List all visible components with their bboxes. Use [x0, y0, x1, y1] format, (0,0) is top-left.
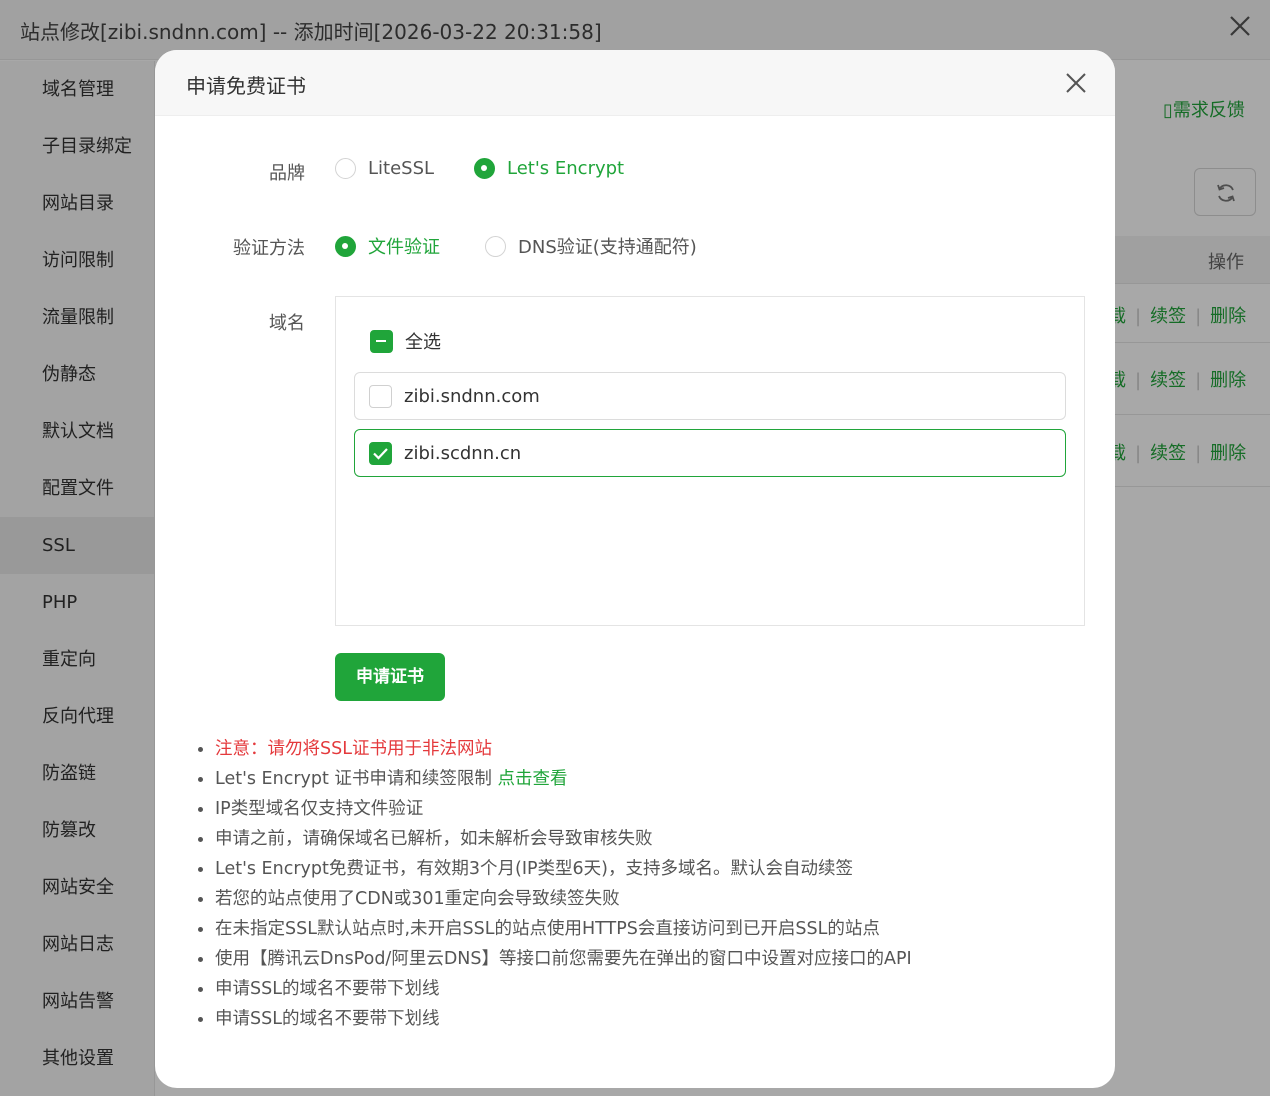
note-item: Let's Encrypt免费证书，有效期3个月(IP类型6天)，支持多域名。默…: [198, 854, 1095, 884]
ssl-apply-modal: 申请免费证书 品牌 LiteSSL Let's Encrypt 验证方法 文件验…: [155, 50, 1115, 1088]
note-item: 在未指定SSL默认站点时,未开启SSL的站点使用HTTPS会直接访问到已开启SS…: [198, 914, 1095, 944]
radio-file-verify[interactable]: 文件验证: [335, 233, 440, 259]
modal-close-icon[interactable]: [1063, 70, 1089, 96]
domain-name: zibi.sndnn.com: [404, 385, 540, 407]
checkbox-partial-icon: [370, 329, 393, 353]
checkbox-checked-icon: [369, 441, 392, 465]
checkbox-icon: [369, 384, 392, 408]
radio-label: LiteSSL: [368, 158, 435, 179]
radio-dot: [485, 235, 506, 257]
note-item: 申请SSL的域名不要带下划线: [198, 974, 1095, 1004]
radio-dns-verify[interactable]: DNS验证(支持通配符): [485, 233, 697, 259]
radio-dot: [335, 235, 356, 257]
verify-method-label: 验证方法: [233, 238, 305, 259]
note-item: 使用【腾讯云DnsPod/阿里云DNS】等接口前您需要先在弹出的窗口中设置对应接…: [198, 944, 1095, 974]
note-item: 申请之前，请确保域名已解析，如未解析会导致审核失败: [198, 824, 1095, 854]
modal-header: 申请免费证书: [155, 50, 1115, 116]
note-text: Let's Encrypt 证书申请和续签限制: [215, 769, 498, 789]
radio-dot: [335, 158, 356, 179]
radio-label: DNS验证(支持通配符): [518, 237, 697, 258]
brand-label: 品牌: [269, 163, 305, 184]
note-warning: 注意：请勿将SSL证书用于非法网站: [198, 734, 1095, 764]
select-all-label: 全选: [405, 332, 441, 353]
radio-label: 文件验证: [368, 237, 440, 258]
apply-cert-button[interactable]: 申请证书: [335, 653, 445, 701]
domain-name: zibi.scdnn.cn: [404, 442, 522, 464]
view-limit-link[interactable]: 点击查看: [497, 769, 567, 789]
radio-label: Let's Encrypt: [507, 158, 625, 179]
note-item: IP类型域名仅支持文件验证: [198, 794, 1095, 824]
domain-item[interactable]: zibi.sndnn.com: [354, 372, 1066, 420]
select-all-checkbox[interactable]: 全选: [370, 328, 441, 354]
radio-litessl[interactable]: LiteSSL: [335, 158, 434, 179]
note-item: 若您的站点使用了CDN或301重定向会导致续签失败: [198, 884, 1095, 914]
modal-title: 申请免费证书: [186, 74, 306, 98]
domain-list: 全选 zibi.sndnn.com zibi.scdnn.cn: [335, 296, 1085, 626]
radio-dot: [474, 158, 495, 179]
note-item: Let's Encrypt 证书申请和续签限制 点击查看: [198, 764, 1095, 794]
radio-letsencrypt[interactable]: Let's Encrypt: [474, 158, 624, 179]
notes-list: 注意：请勿将SSL证书用于非法网站 Let's Encrypt 证书申请和续签限…: [198, 734, 1095, 1034]
note-item: 申请SSL的域名不要带下划线: [198, 1004, 1095, 1034]
domain-label: 域名: [269, 313, 305, 334]
domain-item[interactable]: zibi.scdnn.cn: [354, 429, 1066, 477]
